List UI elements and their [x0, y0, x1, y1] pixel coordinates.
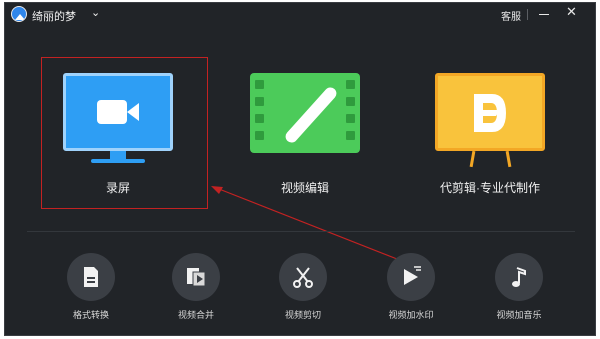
tool-label: 视频合并	[177, 310, 214, 320]
section-divider	[27, 231, 575, 232]
tool-format-convert[interactable]: 格式转换	[46, 253, 136, 323]
tool-video-merge[interactable]: 视频合并	[151, 253, 241, 323]
tool-video-music[interactable]: 视频加音乐	[474, 253, 564, 323]
tool-video-cut[interactable]: 视频剪切	[258, 253, 348, 323]
scissors-icon	[279, 253, 327, 301]
tool-label: 视频加音乐	[496, 310, 542, 320]
tool-label: 视频加水印	[388, 310, 434, 320]
app-window: 绮丽的梦 ⌄ 客服 ✕ 录屏 视频编辑 代剪辑·专业代制作 格式转换 视频合并 …	[4, 2, 596, 336]
music-note-icon	[495, 253, 543, 301]
watermark-icon	[387, 253, 435, 301]
tool-label: 格式转换	[72, 310, 109, 320]
video-merge-icon	[172, 253, 220, 301]
format-convert-icon	[67, 253, 115, 301]
tool-label: 视频剪切	[284, 310, 321, 320]
tool-video-watermark[interactable]: 视频加水印	[366, 253, 456, 323]
